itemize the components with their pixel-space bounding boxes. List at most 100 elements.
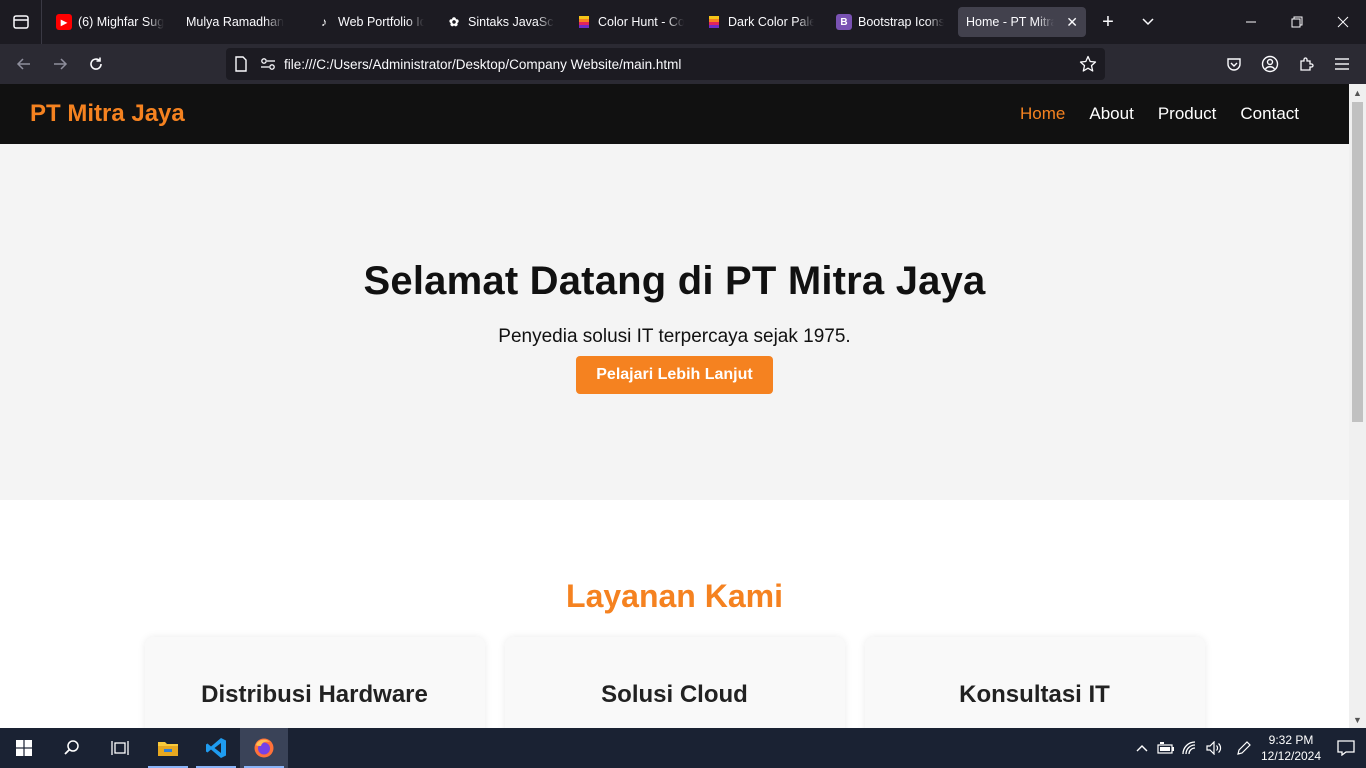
forward-button[interactable]	[42, 48, 78, 80]
notification-button[interactable]	[1326, 728, 1366, 768]
tab-label: Mulya Ramadhan	[186, 15, 284, 29]
clock[interactable]: 9:32 PM 12/12/2024	[1256, 732, 1326, 764]
address-bar[interactable]: file:///C:/Users/Administrator/Desktop/C…	[226, 48, 1105, 80]
page-icon	[234, 56, 248, 72]
brand-logo[interactable]: PT Mitra Jaya	[30, 100, 185, 128]
pen-icon[interactable]	[1232, 728, 1256, 768]
service-card-title: Solusi Cloud	[601, 681, 748, 708]
restore-button[interactable]	[1274, 0, 1320, 44]
firefox-view-button[interactable]	[0, 0, 42, 44]
service-card: Distribusi Hardware	[144, 637, 485, 728]
back-button[interactable]	[6, 48, 42, 80]
minimize-button[interactable]	[1228, 0, 1274, 44]
tab-label: Home - PT Mitra J	[966, 15, 1054, 29]
tab-label: (6) Mighfar Suga	[78, 15, 164, 29]
menu-product-link[interactable]: Product	[1158, 104, 1217, 124]
hamburger-menu-icon	[1335, 58, 1349, 70]
tab-web-portfolio[interactable]: ♪ Web Portfolio Id	[308, 7, 432, 37]
task-view-icon	[111, 741, 129, 755]
tab-sintaks-javascript[interactable]: ✿ Sintaks JavaScrip	[438, 7, 562, 37]
minimize-icon	[1246, 21, 1256, 23]
arrow-right-icon	[54, 58, 68, 70]
menu-home-link[interactable]: Home	[1020, 104, 1065, 124]
restore-icon	[1291, 16, 1303, 28]
colorhunt-icon	[576, 14, 592, 30]
tab-dark-color-palette[interactable]: Dark Color Palett	[698, 7, 822, 37]
chatgpt-icon: ✿	[448, 15, 460, 29]
site-navbar: PT Mitra Jaya Home About Product Contact	[0, 84, 1349, 144]
firefox-button[interactable]	[240, 728, 288, 768]
reload-button[interactable]	[78, 48, 114, 80]
youtube-icon: ▶	[56, 14, 72, 30]
pocket-icon	[1227, 58, 1241, 71]
wifi-icon[interactable]	[1178, 728, 1202, 768]
firefox-view-icon	[12, 15, 29, 29]
hero-subtitle: Penyedia solusi IT terpercaya sejak 1975…	[498, 325, 851, 347]
tiktok-icon: ♪	[321, 15, 327, 29]
file-explorer-button[interactable]	[144, 728, 192, 768]
close-window-button[interactable]	[1320, 0, 1366, 44]
tab-label: Color Hunt - Col	[598, 15, 684, 29]
reload-icon	[90, 57, 102, 70]
arrow-left-icon	[16, 58, 30, 70]
plus-icon: +	[1102, 10, 1114, 33]
folder-icon	[158, 742, 178, 756]
list-all-tabs-button[interactable]	[1128, 0, 1168, 44]
service-card-title: Distribusi Hardware	[201, 681, 428, 708]
volume-icon[interactable]	[1202, 728, 1226, 768]
hero-section: Selamat Datang di PT Mitra Jaya Penyedia…	[0, 144, 1349, 500]
task-view-button[interactable]	[96, 728, 144, 768]
notification-icon	[1337, 740, 1355, 756]
hero-title: Selamat Datang di PT Mitra Jaya	[363, 258, 986, 303]
app-menu-button[interactable]	[1326, 48, 1358, 80]
tab-youtube[interactable]: ▶ (6) Mighfar Suga	[48, 7, 172, 37]
system-tray: 9:32 PM 12/12/2024	[1130, 728, 1366, 768]
learn-more-button[interactable]: Pelajari Lebih Lanjut	[576, 355, 773, 394]
bookmark-star-icon[interactable]	[1079, 55, 1097, 73]
windows-logo-icon	[16, 740, 32, 756]
scrollbar-thumb[interactable]	[1352, 102, 1363, 422]
vscode-button[interactable]	[192, 728, 240, 768]
service-cards: Distribusi Hardware Solusi Cloud Konsult…	[0, 637, 1349, 728]
menu-about-link[interactable]: About	[1089, 104, 1133, 124]
close-tab-icon[interactable]: ✕	[1066, 14, 1078, 31]
page-viewport: PT Mitra Jaya Home About Product Contact…	[0, 84, 1349, 728]
permissions-icon[interactable]	[260, 57, 276, 71]
extensions-button[interactable]	[1290, 48, 1322, 80]
battery-icon[interactable]	[1154, 728, 1178, 768]
tab-label: Web Portfolio Id	[338, 15, 424, 29]
tab-bootstrap-icons[interactable]: B Bootstrap Icons	[828, 7, 952, 37]
service-card-title: Konsultasi IT	[959, 681, 1110, 708]
page-scrollbar[interactable]: ▲ ▼	[1349, 84, 1366, 728]
tab-label: Sintaks JavaScrip	[468, 15, 554, 29]
search-button[interactable]	[48, 728, 96, 768]
colorhunt-icon	[706, 14, 722, 30]
account-icon	[1261, 55, 1279, 73]
service-card: Solusi Cloud	[504, 637, 845, 728]
pocket-button[interactable]	[1218, 48, 1250, 80]
chevron-up-icon[interactable]	[1130, 728, 1154, 768]
site-menu: Home About Product Contact	[1020, 104, 1299, 124]
bootstrap-icon: B	[836, 14, 852, 30]
start-button[interactable]	[0, 728, 48, 768]
services-title: Layanan Kami	[566, 578, 783, 614]
new-tab-button[interactable]: +	[1088, 0, 1128, 44]
scroll-down-arrow-icon[interactable]: ▼	[1349, 711, 1366, 728]
menu-contact-link[interactable]: Contact	[1240, 104, 1299, 124]
browser-tab-bar: ▶ (6) Mighfar Suga Mulya Ramadhan ♪ Web …	[0, 0, 1366, 44]
service-card: Konsultasi IT	[864, 637, 1205, 728]
clock-time: 9:32 PM	[1268, 733, 1314, 747]
tab-label: Bootstrap Icons	[858, 15, 944, 29]
tab-mulya-ramadhan[interactable]: Mulya Ramadhan	[178, 7, 302, 37]
scroll-up-arrow-icon[interactable]: ▲	[1349, 84, 1366, 101]
puzzle-icon	[1300, 57, 1314, 71]
account-button[interactable]	[1254, 48, 1286, 80]
tab-label: Dark Color Palett	[728, 15, 814, 29]
firefox-icon	[254, 738, 274, 758]
windows-taskbar: 9:32 PM 12/12/2024	[0, 728, 1366, 768]
tab-color-hunt[interactable]: Color Hunt - Col	[568, 7, 692, 37]
services-section: Layanan Kami Distribusi Hardware Solusi …	[0, 500, 1349, 728]
tab-home-pt-mitra-jaya[interactable]: Home - PT Mitra J ✕	[958, 7, 1086, 37]
browser-toolbar: file:///C:/Users/Administrator/Desktop/C…	[0, 44, 1366, 84]
url-text[interactable]: file:///C:/Users/Administrator/Desktop/C…	[284, 57, 681, 72]
